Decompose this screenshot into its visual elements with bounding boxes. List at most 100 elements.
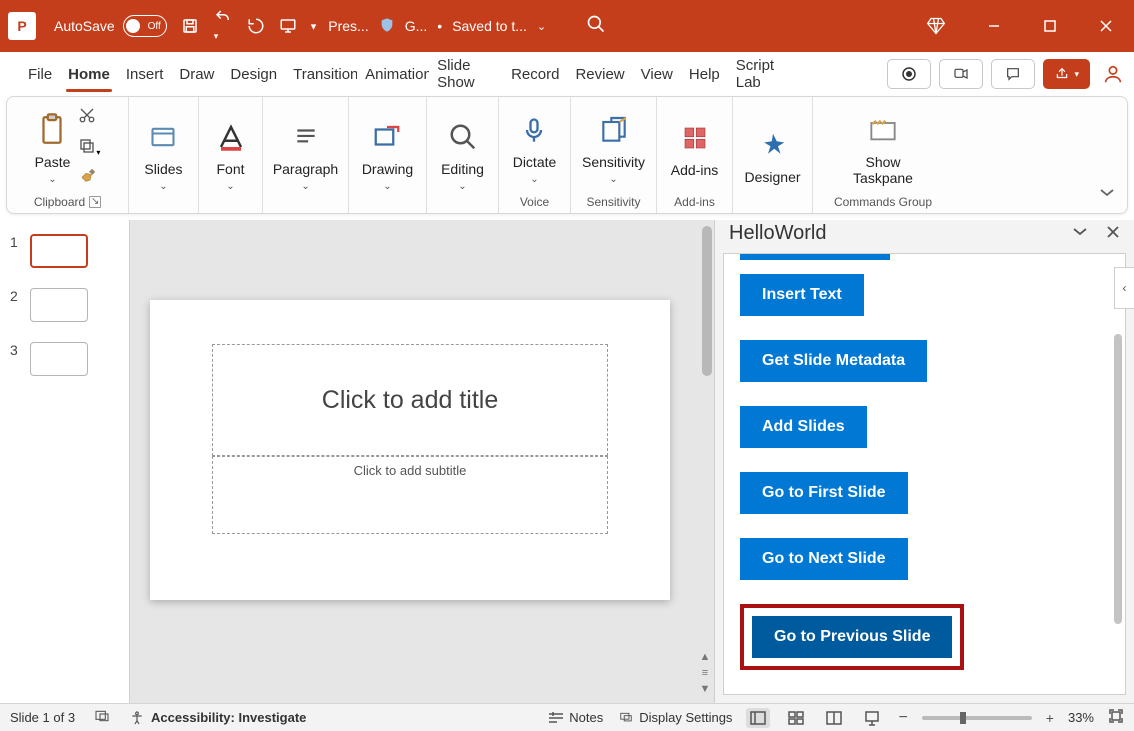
notes-button[interactable]: Notes [547, 710, 603, 725]
accessibility-status[interactable]: Accessibility: Investigate [129, 710, 306, 726]
save-status-chevron-icon[interactable]: ⌄ [537, 20, 546, 33]
close-button[interactable] [1078, 0, 1134, 52]
taskpane-header: HelloWorld [715, 220, 1134, 247]
maximize-button[interactable] [1022, 0, 1078, 52]
title-placeholder[interactable]: Click to add title [212, 344, 608, 456]
comments-button[interactable] [991, 59, 1035, 89]
tab-record[interactable]: Record [503, 52, 567, 96]
tab-scriptlab[interactable]: Script Lab [728, 52, 802, 96]
sensitivity-button[interactable]: Sensitivity⌄ [582, 110, 645, 185]
share-button[interactable]: ▾ [1043, 59, 1090, 89]
redo-icon[interactable] [247, 17, 265, 35]
thumbnail-1[interactable] [30, 234, 88, 268]
tab-insert[interactable]: Insert [118, 52, 172, 96]
subtitle-placeholder[interactable]: Click to add subtitle [212, 456, 608, 534]
thumbnail-3[interactable] [30, 342, 88, 376]
prev-slide-icon[interactable]: ▲ [700, 651, 711, 663]
fit-to-window-icon[interactable] [1108, 708, 1124, 727]
zoom-slider[interactable] [922, 716, 1032, 720]
go-to-next-slide-button[interactable]: Go to Next Slide [740, 538, 908, 580]
ribbon: Paste ⌄ ▾ Clipboard ↘ Slides⌄ Font⌄ Para… [6, 96, 1128, 214]
shield-icon[interactable] [379, 17, 395, 36]
add-slides-button[interactable]: Add Slides [740, 406, 867, 448]
toggle-track[interactable]: Off [123, 15, 167, 37]
autosave-toggle[interactable]: AutoSave Off [54, 15, 167, 37]
save-icon[interactable] [181, 17, 199, 35]
autosave-label: AutoSave [54, 18, 115, 34]
teams-button[interactable] [939, 59, 983, 89]
record-button[interactable] [887, 59, 931, 89]
divider-icon: ≡ [702, 667, 708, 679]
drawing-button[interactable]: Drawing⌄ [362, 117, 413, 192]
addins-button[interactable]: Add-ins [671, 118, 718, 178]
language-icon[interactable] [93, 708, 111, 727]
slides-button[interactable]: Slides⌄ [144, 117, 182, 192]
slide-nav-arrows[interactable]: ▲ ≡ ▼ [698, 651, 712, 695]
sensitivity-short[interactable]: G... [405, 18, 428, 34]
reading-view-icon[interactable] [822, 708, 846, 728]
tab-slideshow[interactable]: Slide Show [429, 52, 503, 96]
designer-button[interactable]: Designer [744, 125, 800, 185]
dictate-button[interactable]: Dictate⌄ [513, 110, 557, 185]
tab-draw[interactable]: Draw [171, 52, 222, 96]
account-avatar[interactable] [1098, 59, 1128, 89]
slideshow-view-icon[interactable] [860, 708, 884, 728]
group-clipboard: Paste ⌄ ▾ Clipboard ↘ [7, 97, 129, 213]
present-icon[interactable] [279, 17, 297, 35]
tab-file[interactable]: File [20, 52, 60, 96]
tab-view[interactable]: View [633, 52, 681, 96]
slide-thumbnails: 1 2 3 [0, 220, 130, 703]
title-bar: P AutoSave Off ▾ ▾ Pres... G... • Saved … [0, 0, 1134, 52]
save-status: Saved to t... [452, 18, 527, 34]
paste-button[interactable]: Paste ⌄ [35, 110, 71, 185]
thumbnail-2[interactable] [30, 288, 88, 322]
vertical-scrollbar[interactable] [702, 226, 712, 376]
qat-overflow-icon[interactable]: ▾ [311, 20, 317, 33]
sorter-view-icon[interactable] [784, 708, 808, 728]
next-slide-icon[interactable]: ▼ [700, 683, 711, 695]
taskpane-scrollbar[interactable] [1114, 334, 1122, 624]
slide[interactable]: Click to add title Click to add subtitle [150, 300, 670, 600]
undo-icon[interactable]: ▾ [213, 8, 233, 44]
ribbon-collapse-icon[interactable] [1099, 187, 1115, 205]
zoom-level[interactable]: 33% [1068, 710, 1094, 725]
taskpane-chevron-icon[interactable] [1072, 222, 1088, 245]
get-slide-metadata-button[interactable]: Get Slide Metadata [740, 340, 927, 382]
thumb-number: 3 [10, 342, 22, 358]
tab-animations[interactable]: Animations [357, 52, 429, 96]
taskpane-side-tab[interactable]: ‹ [1114, 267, 1134, 309]
taskpane-close-icon[interactable] [1106, 222, 1120, 245]
search-icon[interactable] [586, 14, 606, 39]
format-painter-icon[interactable] [78, 168, 100, 189]
normal-view-icon[interactable] [746, 708, 770, 728]
minimize-button[interactable] [966, 0, 1022, 52]
display-settings-button[interactable]: Display Settings [617, 710, 732, 725]
document-name[interactable]: Pres... [328, 18, 368, 34]
tab-design[interactable]: Design [222, 52, 285, 96]
slide-counter[interactable]: Slide 1 of 3 [10, 710, 75, 725]
zoom-in-button[interactable]: + [1046, 710, 1054, 726]
task-pane: HelloWorld Insert Text Get Slide Metadat… [714, 220, 1134, 703]
tab-review[interactable]: Review [567, 52, 632, 96]
slide-canvas-area: Click to add title Click to add subtitle… [130, 220, 714, 703]
paragraph-button[interactable]: Paragraph⌄ [273, 117, 338, 192]
document-title-area: Pres... G... • Saved to t... ⌄ [328, 17, 546, 36]
go-to-previous-slide-button[interactable]: Go to Previous Slide [752, 616, 952, 658]
toggle-knob [126, 19, 140, 33]
app-icon: P [8, 12, 36, 40]
taskpane-top-strip [740, 254, 890, 260]
go-to-first-slide-button[interactable]: Go to First Slide [740, 472, 908, 514]
tab-home[interactable]: Home [60, 52, 118, 96]
tab-transitions[interactable]: Transition [285, 52, 357, 96]
group-editing: Editing⌄ [427, 97, 499, 213]
zoom-out-button[interactable]: − [898, 709, 907, 727]
copy-icon[interactable]: ▾ [78, 137, 100, 160]
clipboard-launcher-icon[interactable]: ↘ [89, 196, 101, 208]
font-button[interactable]: Font⌄ [216, 117, 246, 192]
editing-button[interactable]: Editing⌄ [441, 117, 484, 192]
insert-text-button[interactable]: Insert Text [740, 274, 864, 316]
diamond-icon[interactable] [926, 16, 946, 36]
tab-help[interactable]: Help [681, 52, 728, 96]
show-taskpane-button[interactable]: Show Taskpane [853, 110, 913, 186]
cut-icon[interactable] [78, 106, 100, 129]
